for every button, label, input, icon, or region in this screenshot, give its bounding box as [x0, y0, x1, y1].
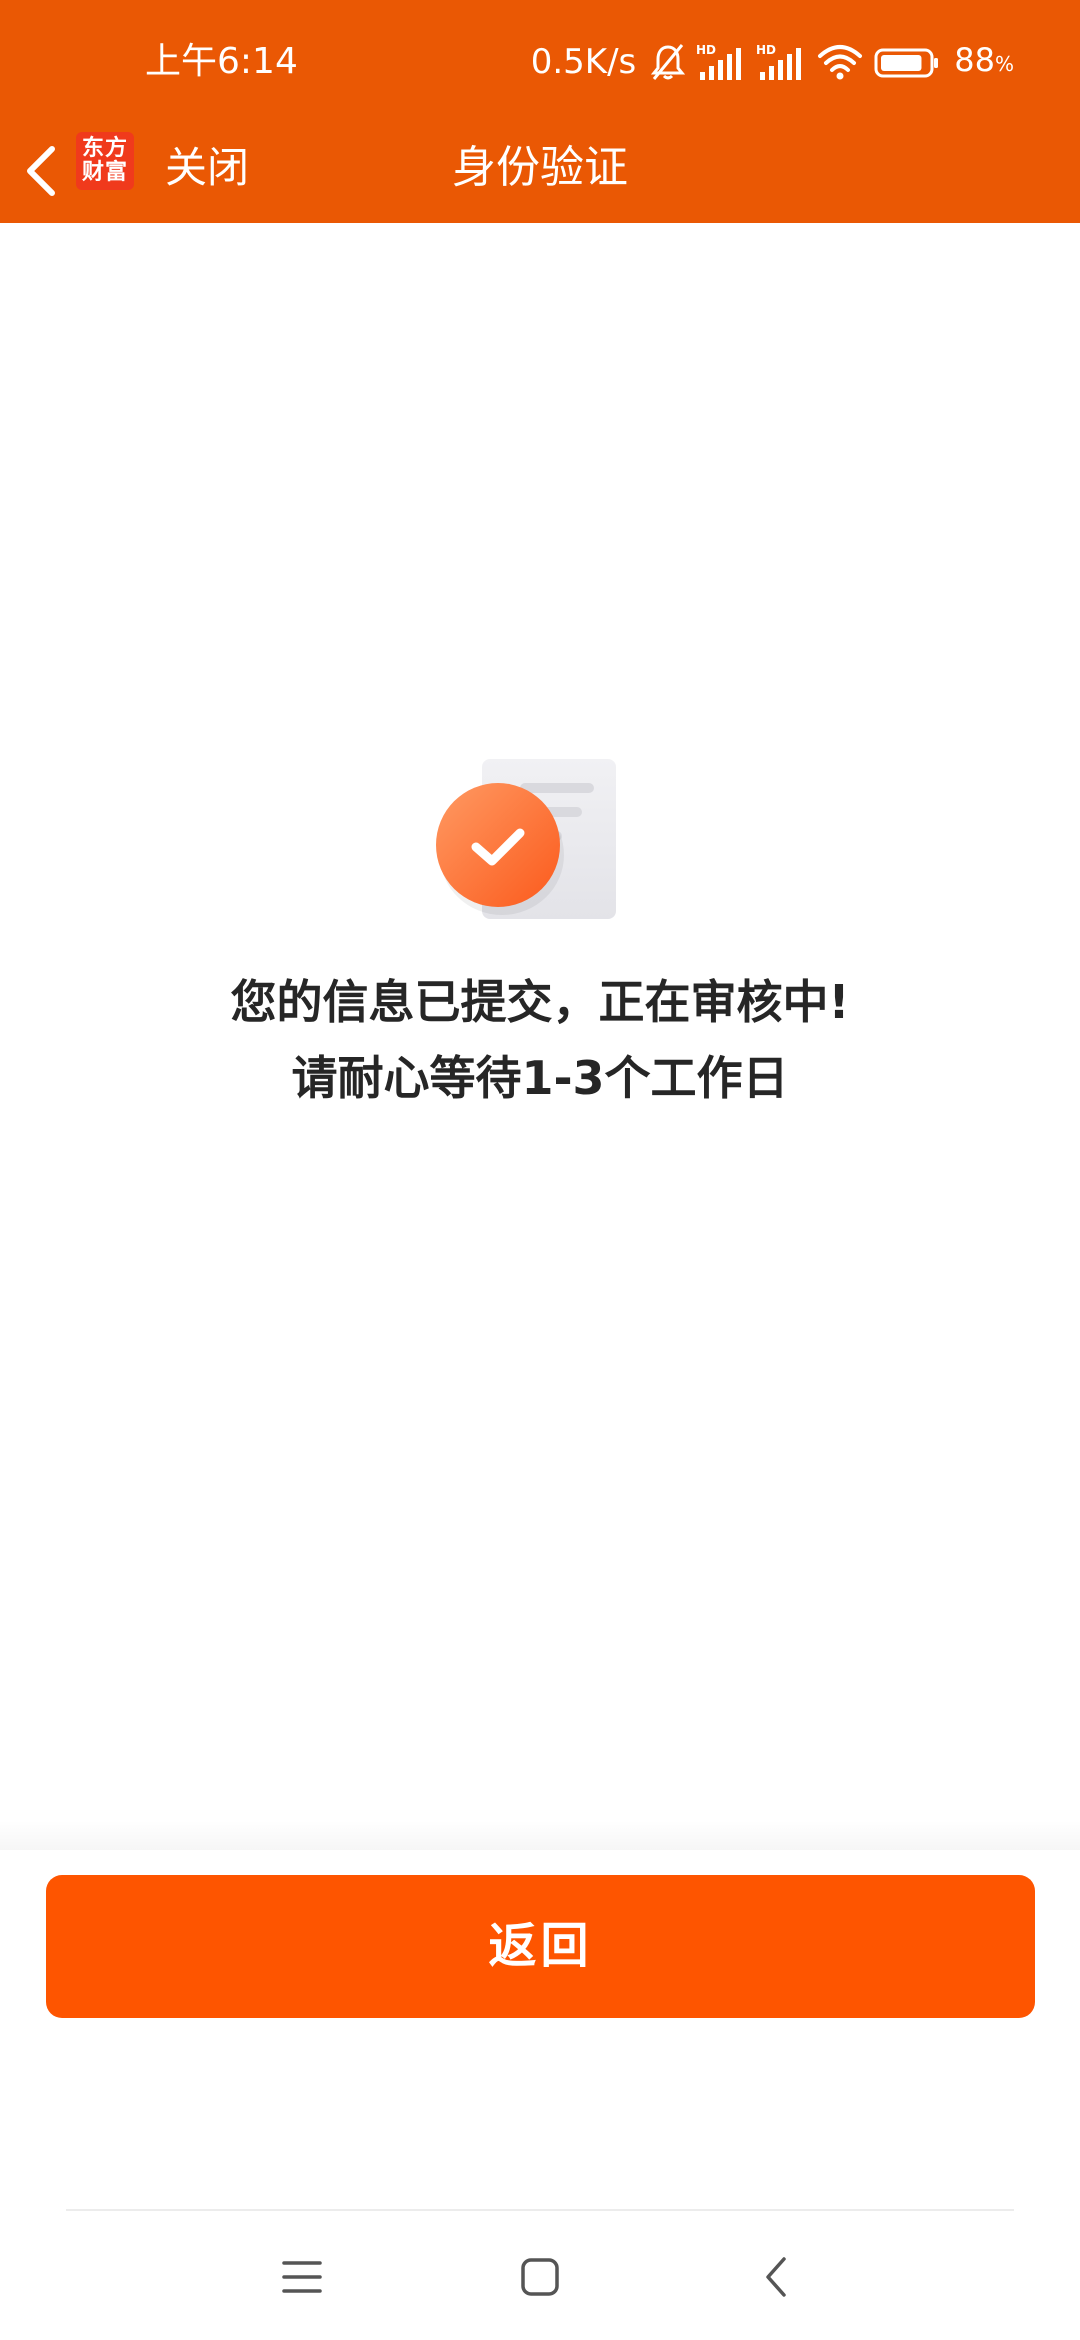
- mute-bell-icon: [651, 44, 686, 80]
- app-logo: 东方 财富: [76, 132, 134, 190]
- navigation-bar: 东方 财富 关闭 身份验证: [0, 120, 1080, 223]
- identity-verification-screen: 上午6:14 0.5K/s HD HD 88% 东方 财富 关闭 身份验证 您的…: [0, 0, 1080, 2340]
- page-title: 身份验证: [452, 142, 628, 193]
- system-back-button[interactable]: [736, 2242, 816, 2312]
- logo-line2: 财富: [81, 160, 128, 185]
- battery-percentage: 88%: [954, 41, 1014, 79]
- app-header: 上午6:14 0.5K/s HD HD 88% 东方 财富 关闭 身份验证: [0, 0, 1080, 223]
- status-bar: 上午6:14 0.5K/s HD HD 88%: [0, 0, 1080, 120]
- back-triangle-icon: [766, 2257, 786, 2297]
- submitted-message: 您的信息已提交，正在审核中!: [230, 975, 850, 1029]
- document-check-icon: [436, 759, 616, 919]
- chevron-left-icon: [27, 146, 55, 196]
- status-time: 上午6:14: [145, 41, 298, 82]
- return-button[interactable]: 返回: [46, 1875, 1035, 2018]
- system-navigation-bar: [0, 2212, 1080, 2340]
- menu-icon: [282, 2261, 322, 2293]
- hd-signal-icon: HD: [696, 43, 742, 80]
- system-menu-button[interactable]: [262, 2242, 342, 2312]
- logo-line1: 东方: [81, 136, 128, 161]
- battery-icon: [874, 48, 939, 78]
- status-indicators: 0.5K/s HD HD 88%: [531, 40, 1014, 84]
- svg-text:HD: HD: [756, 43, 776, 57]
- hd-signal-icon: HD: [756, 43, 802, 80]
- close-button[interactable]: 关闭: [165, 138, 249, 198]
- nav-divider: [66, 2209, 1014, 2211]
- bottom-shadow: [0, 1820, 1080, 1850]
- back-button[interactable]: [16, 142, 66, 200]
- svg-text:HD: HD: [696, 43, 716, 57]
- system-home-button[interactable]: [500, 2242, 580, 2312]
- waiting-message: 请耐心等待1-3个工作日: [291, 1051, 789, 1105]
- wifi-icon: [818, 45, 863, 80]
- network-speed: 0.5K/s: [530, 42, 637, 82]
- home-square-icon: [521, 2258, 559, 2296]
